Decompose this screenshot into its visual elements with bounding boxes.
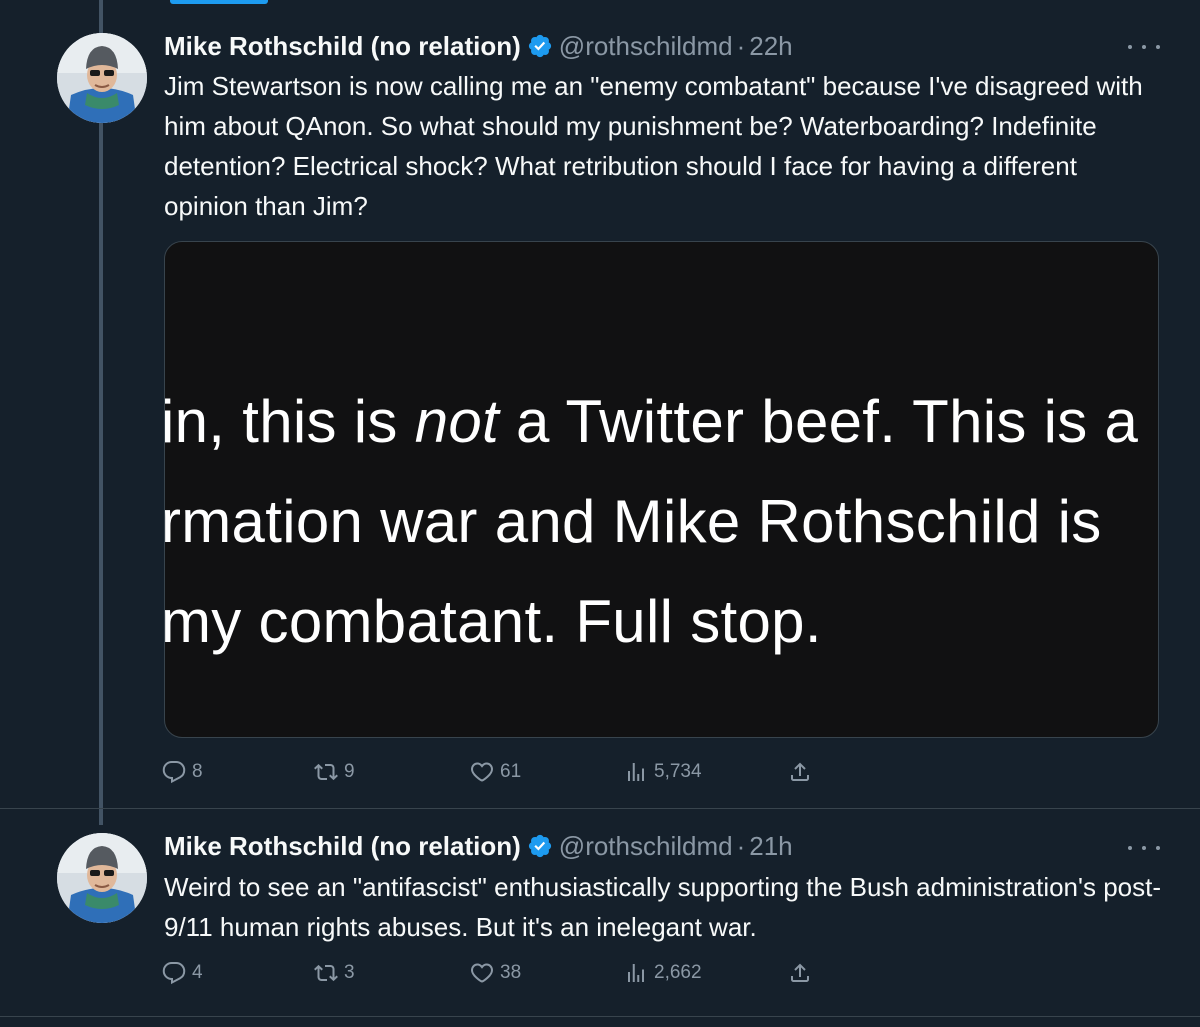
share-button[interactable] xyxy=(788,757,812,787)
tweet-actions: 8 9 61 5,734 xyxy=(162,757,822,787)
reply-count: 8 xyxy=(192,761,203,782)
display-name[interactable]: Mike Rothschild (no relation) xyxy=(164,831,521,862)
more-options-icon[interactable] xyxy=(1128,838,1160,858)
verified-badge-icon[interactable] xyxy=(527,33,553,59)
divider xyxy=(0,1016,1200,1017)
share-icon xyxy=(791,963,809,982)
reply-count: 4 xyxy=(192,962,203,983)
retweet-count: 9 xyxy=(344,761,355,782)
retweet-button[interactable]: 3 xyxy=(314,958,355,988)
retweet-button[interactable]: 9 xyxy=(314,757,355,787)
handle[interactable]: @rothschildmd xyxy=(559,831,733,862)
analytics-icon xyxy=(628,964,644,982)
reply-button[interactable]: 8 xyxy=(162,757,203,787)
avatar[interactable] xyxy=(57,33,147,123)
like-button[interactable]: 61 xyxy=(470,757,521,787)
handle[interactable]: @rothschildmd xyxy=(559,31,733,62)
timestamp[interactable]: 21h xyxy=(749,831,792,862)
verified-badge-icon[interactable] xyxy=(527,833,553,859)
tweet-header: Mike Rothschild (no relation) @rothschil… xyxy=(164,29,793,63)
views-button[interactable]: 5,734 xyxy=(624,757,702,787)
heart-icon xyxy=(470,762,494,782)
like-count: 61 xyxy=(500,761,522,782)
avatar[interactable] xyxy=(57,833,147,923)
views-button[interactable]: 2,662 xyxy=(624,958,702,988)
tweet-header: Mike Rothschild (no relation) @rothschil… xyxy=(164,829,793,863)
tweet-media-image[interactable]: in, this is not a Twitter beef. This is … xyxy=(164,241,1159,738)
analytics-icon xyxy=(628,763,644,781)
view-count: 5,734 xyxy=(654,761,702,782)
view-count: 2,662 xyxy=(654,962,702,983)
tweet[interactable]: Mike Rothschild (no relation) @rothschil… xyxy=(0,0,1200,808)
separator-dot: · xyxy=(736,830,746,861)
share-button[interactable] xyxy=(788,958,812,988)
tweet[interactable]: Mike Rothschild (no relation) @rothschil… xyxy=(0,808,1200,1020)
timestamp[interactable]: 22h xyxy=(749,31,792,62)
retweet-icon xyxy=(314,763,338,781)
reply-button[interactable]: 4 xyxy=(162,958,203,988)
like-button[interactable]: 38 xyxy=(470,958,521,988)
timeline: Mike Rothschild (no relation) @rothschil… xyxy=(0,0,1200,1027)
more-options-icon[interactable] xyxy=(1128,37,1160,57)
reply-icon xyxy=(162,962,186,985)
reply-icon xyxy=(162,761,186,784)
avatar-photo xyxy=(57,33,147,123)
media-text-line: my combatant. Full stop. xyxy=(164,588,822,655)
media-text-line: rmation war and Mike Rothschild is xyxy=(164,488,1102,555)
tweet-text: Weird to see an "antifascist" enthusiast… xyxy=(164,872,1162,942)
avatar-photo xyxy=(57,833,147,923)
tweet-text: Jim Stewartson is now calling me an "ene… xyxy=(164,71,1143,221)
separator-dot: · xyxy=(736,30,746,61)
like-count: 38 xyxy=(500,962,522,983)
media-text-line: in, this is not a Twitter beef. This is … xyxy=(164,388,1139,455)
share-icon xyxy=(791,762,809,781)
retweet-count: 3 xyxy=(344,962,355,983)
tweet-actions: 4 3 38 2,662 xyxy=(162,958,822,988)
heart-icon xyxy=(470,963,494,983)
display-name[interactable]: Mike Rothschild (no relation) xyxy=(164,31,521,62)
retweet-icon xyxy=(314,964,338,982)
